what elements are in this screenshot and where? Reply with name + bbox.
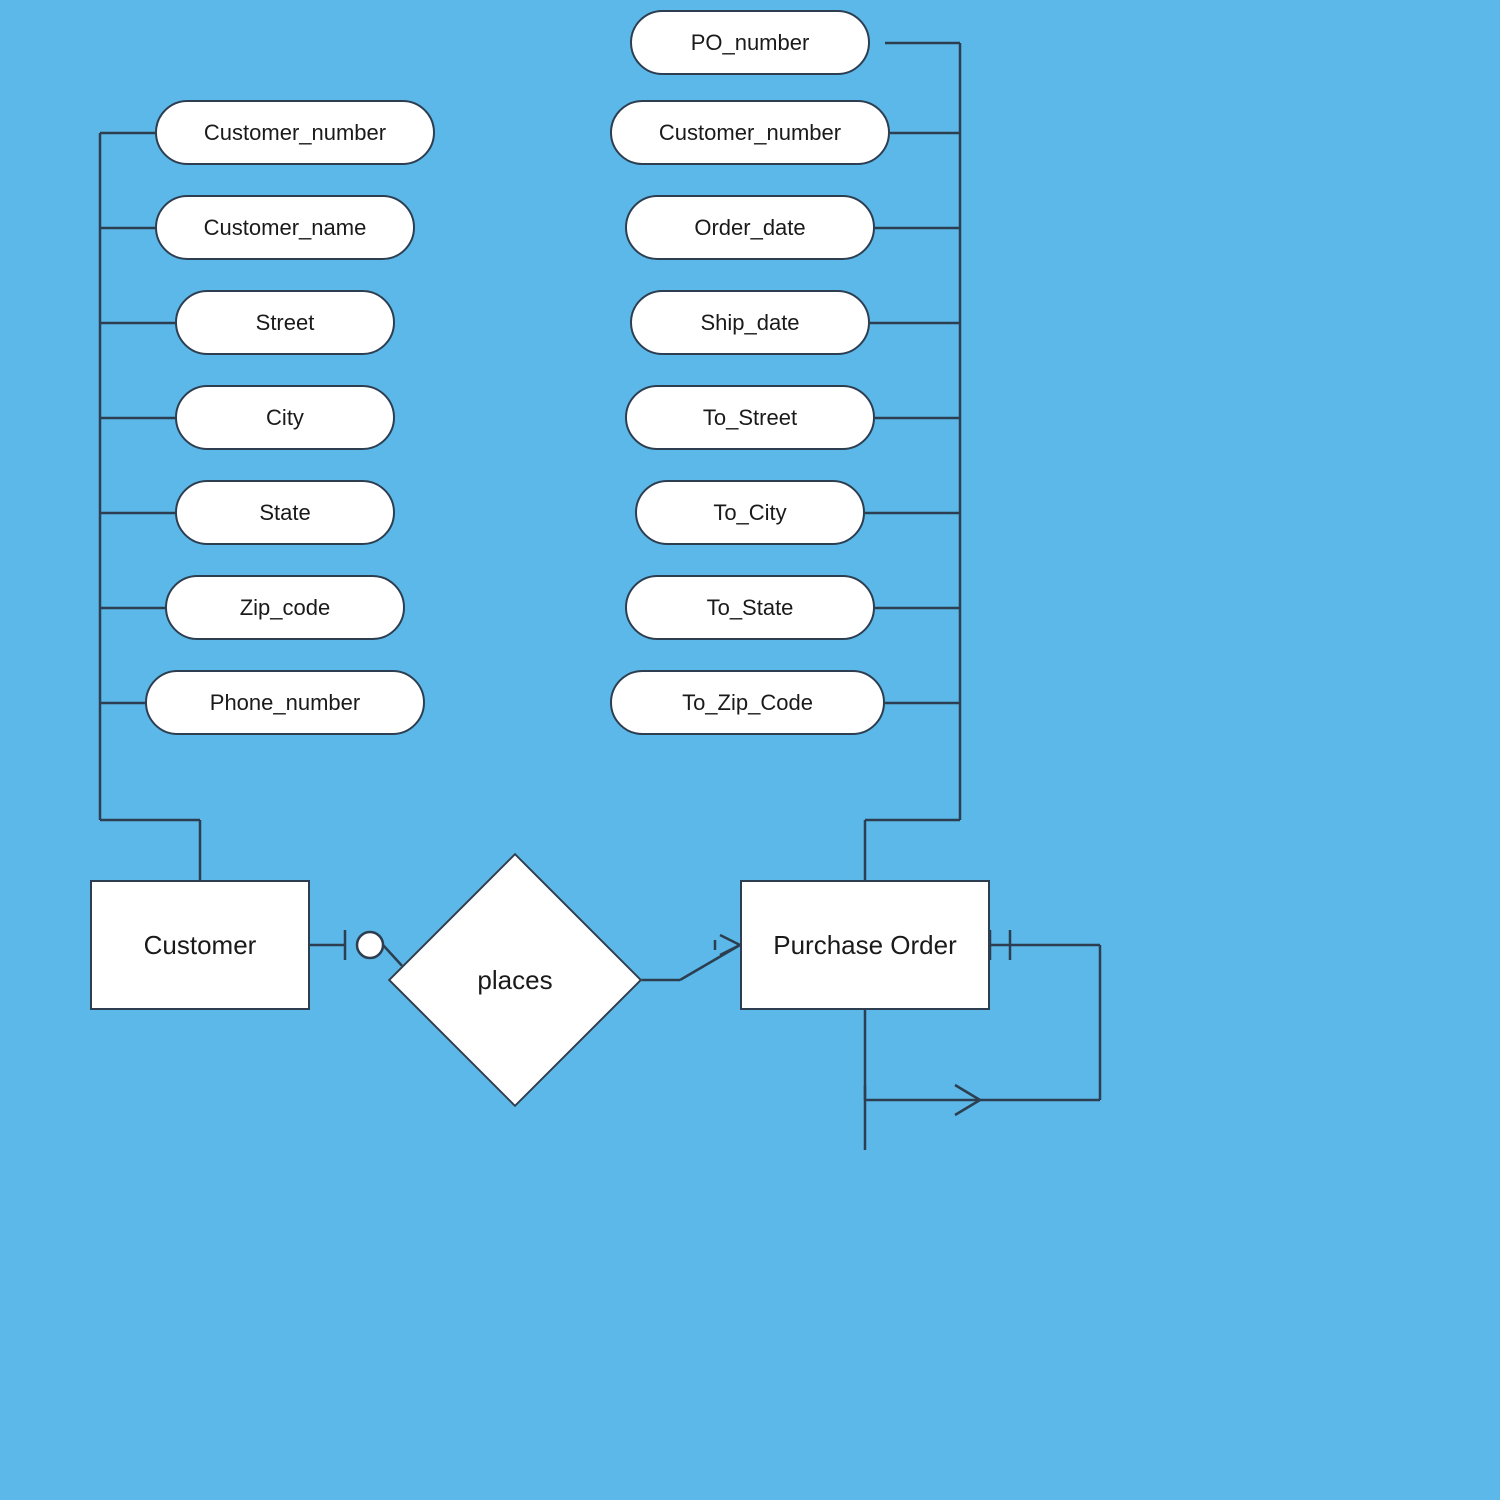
attr-customer-number: Customer_number	[155, 100, 435, 165]
attr-customer-name: Customer_name	[155, 195, 415, 260]
attr-to-city: To_City	[635, 480, 865, 545]
attr-street: Street	[175, 290, 395, 355]
attr-phone-number: Phone_number	[145, 670, 425, 735]
relationship-places: places	[415, 880, 615, 1080]
attr-city: City	[175, 385, 395, 450]
attr-po-customer-number: Customer_number	[610, 100, 890, 165]
attr-to-zip-code: To_Zip_Code	[610, 670, 885, 735]
diagram-container: Customer_number Customer_name Street Cit…	[0, 0, 1500, 1500]
attr-po-number: PO_number	[630, 10, 870, 75]
attr-zip-code: Zip_code	[165, 575, 405, 640]
entity-customer: Customer	[90, 880, 310, 1010]
attr-state: State	[175, 480, 395, 545]
attr-ship-date: Ship_date	[630, 290, 870, 355]
attr-to-state: To_State	[625, 575, 875, 640]
attr-to-street: To_Street	[625, 385, 875, 450]
attr-order-date: Order_date	[625, 195, 875, 260]
relationship-label: places	[477, 965, 552, 996]
entity-purchase-order: Purchase Order	[740, 880, 990, 1010]
